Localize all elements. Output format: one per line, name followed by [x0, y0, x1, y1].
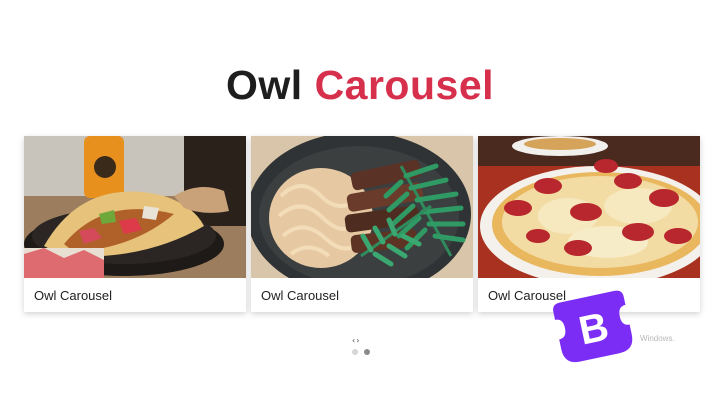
- tacos-image: [24, 136, 246, 278]
- carousel-item-caption: Owl Carousel: [261, 288, 340, 303]
- page-title: Owl Carousel: [0, 62, 720, 109]
- carousel-dot-2[interactable]: [364, 349, 370, 355]
- carousel-item-1[interactable]: Owl Carousel: [24, 136, 246, 312]
- watermark-text: Windows.: [640, 334, 675, 343]
- carousel-item-caption: Owl Carousel: [34, 288, 113, 303]
- carousel-dots: [352, 349, 370, 355]
- title-word-carousel: Carousel: [314, 62, 495, 108]
- next-arrow-icon[interactable]: ›: [356, 336, 360, 345]
- carousel-nav: ‹›: [352, 336, 360, 345]
- bootstrap-logo-icon: B: [546, 282, 642, 378]
- steak-noodles-image: [251, 136, 473, 278]
- pepperoni-pizza-image: [478, 136, 700, 278]
- carousel-dot-1[interactable]: [352, 349, 358, 355]
- carousel-item-2[interactable]: Owl Carousel: [251, 136, 473, 312]
- title-word-owl: Owl: [225, 62, 303, 108]
